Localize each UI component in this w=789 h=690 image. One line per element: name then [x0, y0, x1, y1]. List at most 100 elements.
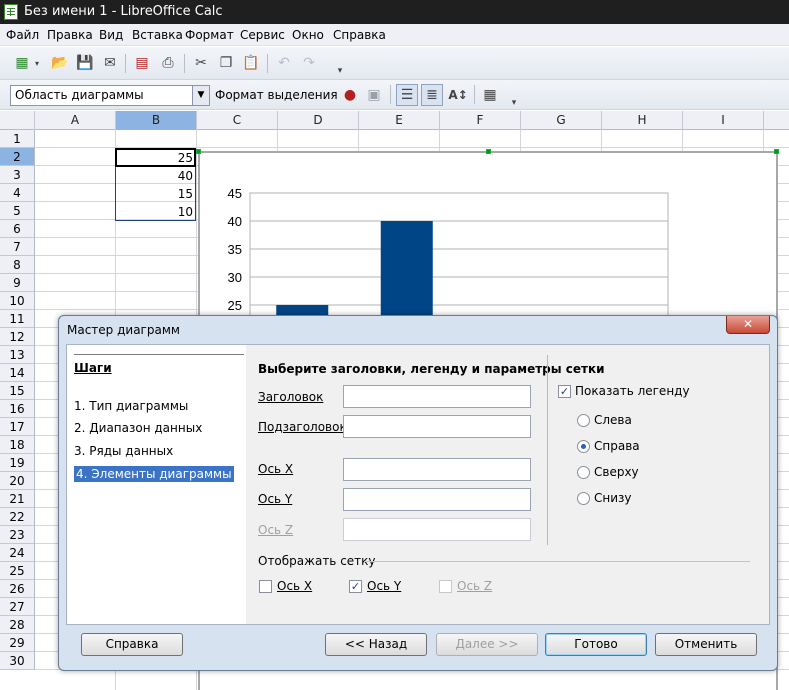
menu-tools[interactable]: Сервис — [240, 28, 285, 42]
row-header[interactable]: 14 — [0, 364, 35, 382]
row-header[interactable]: 11 — [0, 310, 35, 328]
row-header[interactable]: 10 — [0, 292, 35, 310]
row-header[interactable]: 5 — [0, 202, 35, 220]
open-icon[interactable]: 📂 — [50, 53, 70, 73]
row-header[interactable]: 18 — [0, 436, 35, 454]
column-header[interactable]: F — [440, 111, 521, 130]
email-icon[interactable]: ✉ — [100, 53, 120, 73]
new-dropdown-icon[interactable]: ▾ — [32, 53, 42, 73]
row-header[interactable]: 9 — [0, 274, 35, 292]
column-header[interactable]: D — [278, 111, 359, 130]
chart-data-table-icon[interactable]: ▣ — [364, 85, 384, 105]
automatic-layout-icon[interactable]: ▦ — [480, 85, 500, 105]
chart-type-icon[interactable]: ● — [340, 85, 360, 105]
step-chart-elements[interactable]: 4. Элементы диаграммы — [74, 466, 234, 482]
row-header[interactable]: 22 — [0, 508, 35, 526]
cancel-button[interactable]: Отменить — [655, 633, 757, 656]
row-header[interactable]: 27 — [0, 598, 35, 616]
column-header[interactable]: C — [197, 111, 278, 130]
window-title: Без имени 1 - LibreOffice Calc — [24, 4, 223, 19]
row-header[interactable]: 3 — [0, 166, 35, 184]
row-header[interactable]: 4 — [0, 184, 35, 202]
row-header[interactable]: 1 — [0, 130, 35, 148]
legend-right-radio[interactable] — [577, 440, 590, 453]
help-button[interactable]: Справка — [81, 633, 183, 656]
select-all-corner[interactable] — [0, 111, 35, 130]
menu-help[interactable]: Справка — [333, 28, 386, 42]
axis-x-input[interactable] — [343, 458, 531, 481]
grid-z-checkbox — [439, 580, 452, 593]
row-header[interactable]: 30 — [0, 652, 35, 670]
selection-handle[interactable] — [486, 149, 491, 154]
row-header[interactable]: 17 — [0, 418, 35, 436]
row-header[interactable]: 24 — [0, 544, 35, 562]
row-header[interactable]: 2 — [0, 148, 35, 166]
row-header[interactable]: 20 — [0, 472, 35, 490]
legend-bottom-label: Снизу — [594, 491, 632, 505]
menu-insert[interactable]: Вставка — [132, 28, 183, 42]
paste-icon[interactable]: 📋 — [241, 53, 261, 73]
grid-x-checkbox[interactable] — [259, 580, 272, 593]
column-header[interactable]: I — [683, 111, 764, 130]
print-icon[interactable]: ⎙ — [158, 53, 178, 73]
step-data-series[interactable]: 3. Ряды данных — [74, 444, 173, 458]
grid-y-checkbox[interactable]: ✓ — [349, 580, 362, 593]
menu-edit[interactable]: Правка — [47, 28, 93, 42]
axis-y-input[interactable] — [343, 488, 531, 511]
legend-on-off-icon[interactable]: ≣ — [421, 84, 443, 106]
column-header[interactable]: E — [359, 111, 440, 130]
column-header[interactable]: G — [521, 111, 602, 130]
undo-icon[interactable]: ↶ — [274, 53, 294, 73]
menu-file[interactable]: Файл — [6, 28, 39, 42]
menu-view[interactable]: Вид — [99, 28, 123, 42]
horizontal-grids-icon[interactable]: ☰ — [396, 84, 418, 106]
row-header[interactable]: 13 — [0, 346, 35, 364]
copy-icon[interactable]: ❐ — [216, 53, 236, 73]
row-header[interactable]: 21 — [0, 490, 35, 508]
row-header[interactable]: 29 — [0, 634, 35, 652]
scale-text-icon[interactable]: A↕ — [448, 85, 468, 105]
row-header[interactable]: 25 — [0, 562, 35, 580]
chart-wizard-dialog: Мастер диаграмм ✕ Шаги 1. Тип диаграммы … — [58, 315, 778, 671]
cut-icon[interactable]: ✂ — [191, 53, 211, 73]
row-header[interactable]: 28 — [0, 616, 35, 634]
legend-bottom-radio[interactable] — [577, 492, 590, 505]
subtitle-input[interactable] — [343, 415, 531, 438]
finish-button[interactable]: Готово — [545, 633, 647, 656]
save-icon[interactable]: 💾 — [75, 53, 95, 73]
column-header[interactable]: A — [35, 111, 116, 130]
close-icon[interactable]: ✕ — [726, 316, 770, 334]
column-header[interactable]: B — [116, 111, 197, 130]
axis-z-input — [343, 518, 531, 541]
back-button[interactable]: << Назад — [325, 633, 427, 656]
redo-icon[interactable]: ↷ — [299, 53, 319, 73]
row-header[interactable]: 19 — [0, 454, 35, 472]
row-header[interactable]: 23 — [0, 526, 35, 544]
row-header[interactable]: 6 — [0, 220, 35, 238]
selection-handle[interactable] — [774, 149, 779, 154]
step-data-range[interactable]: 2. Диапазон данных — [74, 421, 202, 435]
step-chart-type[interactable]: 1. Тип диаграммы — [74, 399, 188, 413]
export-pdf-icon[interactable]: ▤ — [132, 53, 152, 73]
column-header[interactable]: H — [602, 111, 683, 130]
selection-handle[interactable] — [196, 149, 201, 154]
toolbar-overflow-icon[interactable]: ▾ — [334, 61, 346, 81]
row-header[interactable]: 7 — [0, 238, 35, 256]
row-header[interactable]: 8 — [0, 256, 35, 274]
legend-top-radio[interactable] — [577, 466, 590, 479]
chart-element-select[interactable]: Область диаграммы ▼ — [10, 85, 210, 106]
menu-format[interactable]: Формат — [185, 28, 234, 42]
title-input[interactable] — [343, 385, 531, 408]
chevron-down-icon[interactable]: ▼ — [192, 86, 209, 105]
toolbar-overflow-icon[interactable]: ▾ — [508, 93, 520, 113]
format-selection-button[interactable]: Формат выделения — [215, 88, 338, 102]
row-header[interactable]: 16 — [0, 400, 35, 418]
row-header[interactable]: 15 — [0, 382, 35, 400]
menu-window[interactable]: Окно — [292, 28, 324, 42]
row-header[interactable]: 26 — [0, 580, 35, 598]
show-legend-checkbox[interactable]: ✓ — [558, 385, 571, 398]
new-document-icon[interactable]: ▦ — [12, 53, 32, 73]
legend-left-radio[interactable] — [577, 414, 590, 427]
legend-left-label: Слева — [594, 413, 632, 427]
row-header[interactable]: 12 — [0, 328, 35, 346]
